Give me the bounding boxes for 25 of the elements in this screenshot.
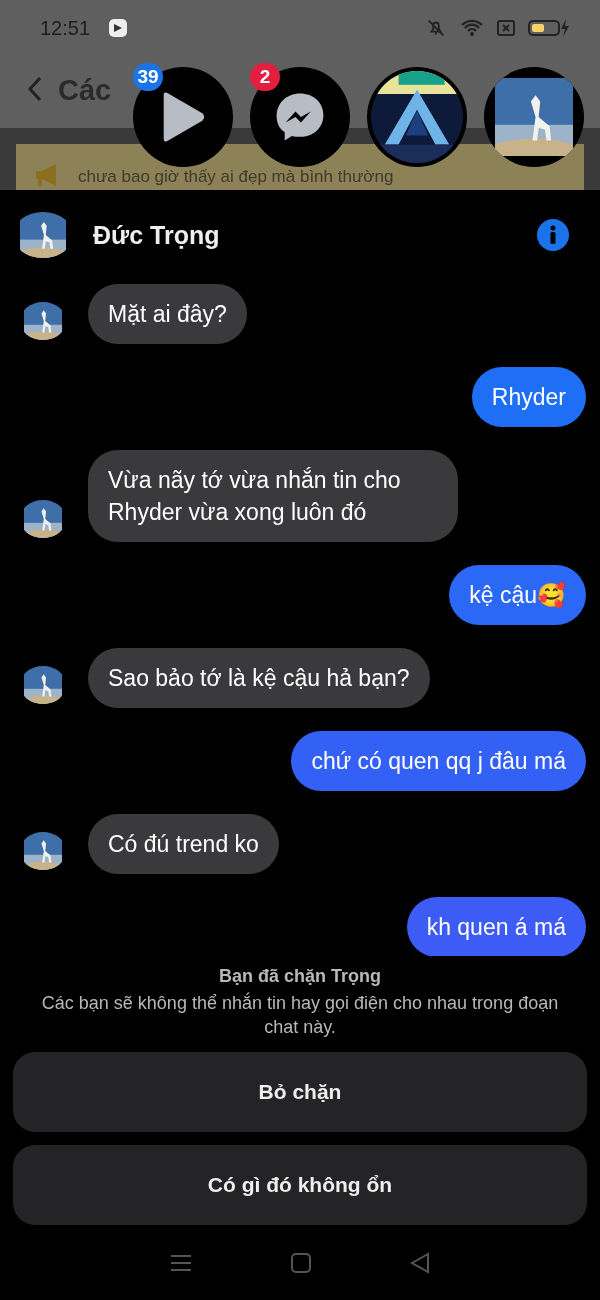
message-bubble: Sao bảo tớ là kệ cậu hả bạn? xyxy=(88,648,430,708)
block-title: Bạn đã chặn Trọng xyxy=(219,966,381,987)
message-bubble: kh quen á má xyxy=(406,897,586,956)
back-icon[interactable] xyxy=(28,76,42,102)
status-time: 12:51 xyxy=(40,16,91,40)
banner-text: chưa bao giờ thấy ai đẹp mà bình thường xyxy=(78,167,394,187)
message-bubble: Rhyder xyxy=(471,367,586,427)
unread-badge: 2 xyxy=(250,63,280,91)
unread-badge: 39 xyxy=(133,63,163,91)
message-bubble: chứ có quen qq j đâu má xyxy=(291,731,586,791)
block-message: Các bạn sẽ không thể nhắn tin hay gọi điện cho nhau trong đoạn chat này. xyxy=(40,991,560,1039)
message-bubble: Vừa nãy tớ vừa nhắn tin cho Rhyder vừa xong luôn đó xyxy=(88,450,458,542)
no-sim-icon xyxy=(496,18,516,38)
action-button[interactable]: Bỏ chặn xyxy=(13,1052,587,1132)
message-bubble: kệ cậu🥰 xyxy=(449,565,586,625)
back-icon[interactable] xyxy=(409,1251,432,1274)
message-bubble: Mặt ai đây? xyxy=(88,284,247,344)
wifi-icon xyxy=(460,18,484,38)
menu-icon[interactable] xyxy=(168,1252,193,1273)
contact-name: Đức Trọng xyxy=(93,220,220,250)
app-notification-icon xyxy=(108,18,129,38)
home-icon[interactable] xyxy=(290,1251,312,1274)
info-icon[interactable] xyxy=(536,218,570,252)
message-bubble: Có đú trend ko xyxy=(88,814,279,874)
action-button[interactable]: Có gì đó không ổn xyxy=(13,1145,587,1225)
